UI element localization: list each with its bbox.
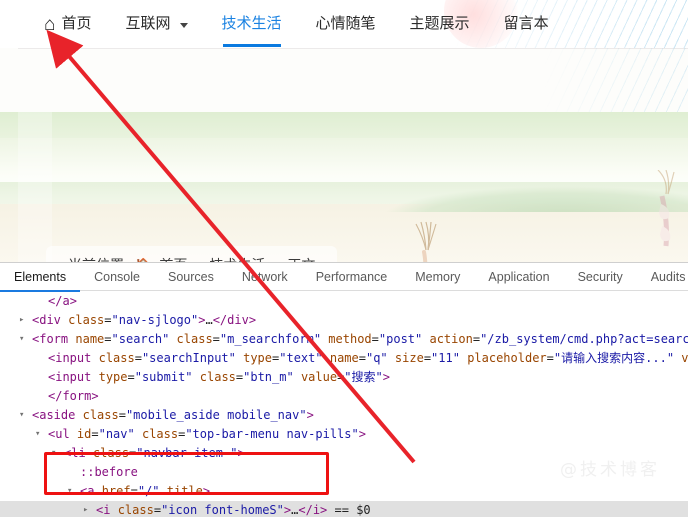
dom-line-l11[interactable]: <i class="icon font-homeS">…</i> == $0 [0, 501, 688, 517]
dom-line-l1[interactable]: <div class="nav-sjlogo">…</div> [0, 311, 688, 330]
nav-item-label: 留言本 [503, 15, 549, 32]
dom-line-l5[interactable]: </form> [0, 387, 688, 406]
dom-line-l0[interactable]: </a> [0, 292, 688, 311]
home-icon: ⌂ [44, 13, 56, 35]
dom-line-l3[interactable]: <input class="searchInput" type="text" n… [0, 349, 688, 368]
dom-line-l4[interactable]: <input type="submit" class="btn_m" value… [0, 368, 688, 387]
dom-line-text: <li class="navbar-item "> [64, 446, 245, 460]
hero-right-decoration [648, 169, 688, 262]
nav-item-4[interactable]: 主题展示 [393, 0, 487, 48]
devtools-tab-console[interactable]: Console [80, 263, 154, 291]
dom-line-l7[interactable]: <ul id="nav" class="top-bar-menu nav-pil… [0, 425, 688, 444]
triangle-down-icon[interactable] [19, 406, 24, 425]
triangle-right-icon[interactable] [19, 311, 24, 330]
dom-line-l6[interactable]: <aside class="mobile_aside mobile_nav"> [0, 406, 688, 425]
dom-line-l2[interactable]: <form name="search" class="m_searchform"… [0, 330, 688, 349]
dom-line-l10[interactable]: <a href="/" title> [0, 482, 688, 501]
triangle-down-icon[interactable] [19, 330, 24, 349]
triangle-down-icon[interactable] [67, 482, 72, 501]
dom-line-text: <input class="searchInput" type="text" n… [48, 351, 688, 365]
breadcrumb-prefix: 当前位置: [68, 255, 128, 262]
triangle-right-icon[interactable] [83, 501, 88, 517]
hero-content-panel [18, 112, 52, 262]
hero-band-top [0, 112, 688, 138]
hero-illustration-figure [404, 220, 474, 262]
dom-line-text: <ul id="nav" class="top-bar-menu nav-pil… [48, 427, 366, 441]
dom-line-text: <div class="nav-sjlogo">…</div> [32, 313, 257, 327]
dom-line-text: <a href="/" title> [80, 484, 211, 498]
nav-item-label: 互联网 [125, 15, 171, 32]
nav-item-2[interactable]: 技术生活 [205, 0, 299, 48]
dom-line-text: </form> [48, 389, 99, 403]
nav-item-label: 心情随笔 [315, 15, 376, 32]
dom-line-text: ::before [80, 465, 138, 479]
nav-item-3[interactable]: 心情随笔 [299, 0, 393, 48]
dom-line-l8[interactable]: <li class="navbar-item "> [0, 444, 688, 463]
logo-band-stripes [508, 48, 688, 112]
nav-item-label: 主题展示 [409, 15, 470, 32]
triangle-down-icon[interactable] [35, 425, 40, 444]
devtools-panel: Elements Console Sources Network Performance… [0, 262, 688, 517]
devtools-tab-security[interactable]: Security [564, 263, 637, 291]
dom-line-text: <i class="icon font-homeS">…</i> == $0 [96, 503, 371, 517]
nav-item-label: 技术生活 [221, 15, 282, 32]
nav-item-0[interactable]: ⌂ 首页 [40, 0, 109, 48]
dom-line-l9[interactable]: ::before [0, 463, 688, 482]
dom-line-text: <form name="search" class="m_searchform"… [32, 332, 688, 346]
breadcrumb-item-current: 正文 [287, 255, 315, 262]
dom-line-text: <input type="submit" class="btn_m" value… [48, 370, 391, 384]
nav-item-list: ⌂ 首页 互联网 技术生活 心情随笔 主题展示 留言本 [40, 0, 566, 48]
breadcrumb-item-home[interactable]: 首页 [159, 255, 187, 262]
devtools-tab-performance[interactable]: Performance [302, 263, 402, 291]
nav-item-5[interactable]: 留言本 [487, 0, 566, 48]
devtools-tab-elements[interactable]: Elements [0, 263, 81, 292]
dom-line-text: </a> [48, 294, 77, 308]
site-top-navigation: ⌂ 首页 互联网 技术生活 心情随笔 主题展示 留言本 [0, 0, 688, 48]
devtools-tab-sources[interactable]: Sources [154, 263, 228, 291]
dom-line-text: <aside class="mobile_aside mobile_nav"> [32, 408, 314, 422]
chevron-down-icon [179, 22, 188, 28]
devtools-tab-audits[interactable]: Audits [637, 263, 688, 291]
elements-dom-tree[interactable]: </a> <div class="nav-sjlogo">…</div> <form… [0, 292, 688, 517]
devtools-tab-network[interactable]: Network [228, 263, 302, 291]
logo-band: Demologo [0, 48, 688, 112]
triangle-down-icon[interactable] [51, 444, 56, 463]
devtools-tab-bar: Elements Console Sources Network Performance… [0, 263, 688, 292]
devtools-tab-application[interactable]: Application [474, 263, 563, 291]
breadcrumb: 当前位置: 🏠 首页 › 技术生活 › 正文 [46, 246, 338, 262]
article-hero-banner: 当前位置: 🏠 首页 › 技术生活 › 正文 Eyes can speak-眼睛… [0, 112, 688, 262]
breadcrumb-item-category[interactable]: 技术生活 [209, 255, 265, 262]
nav-item-1[interactable]: 互联网 [109, 0, 205, 48]
nav-item-label: 首页 [61, 15, 92, 32]
devtools-tab-memory[interactable]: Memory [401, 263, 474, 291]
hero-hill [380, 186, 688, 212]
